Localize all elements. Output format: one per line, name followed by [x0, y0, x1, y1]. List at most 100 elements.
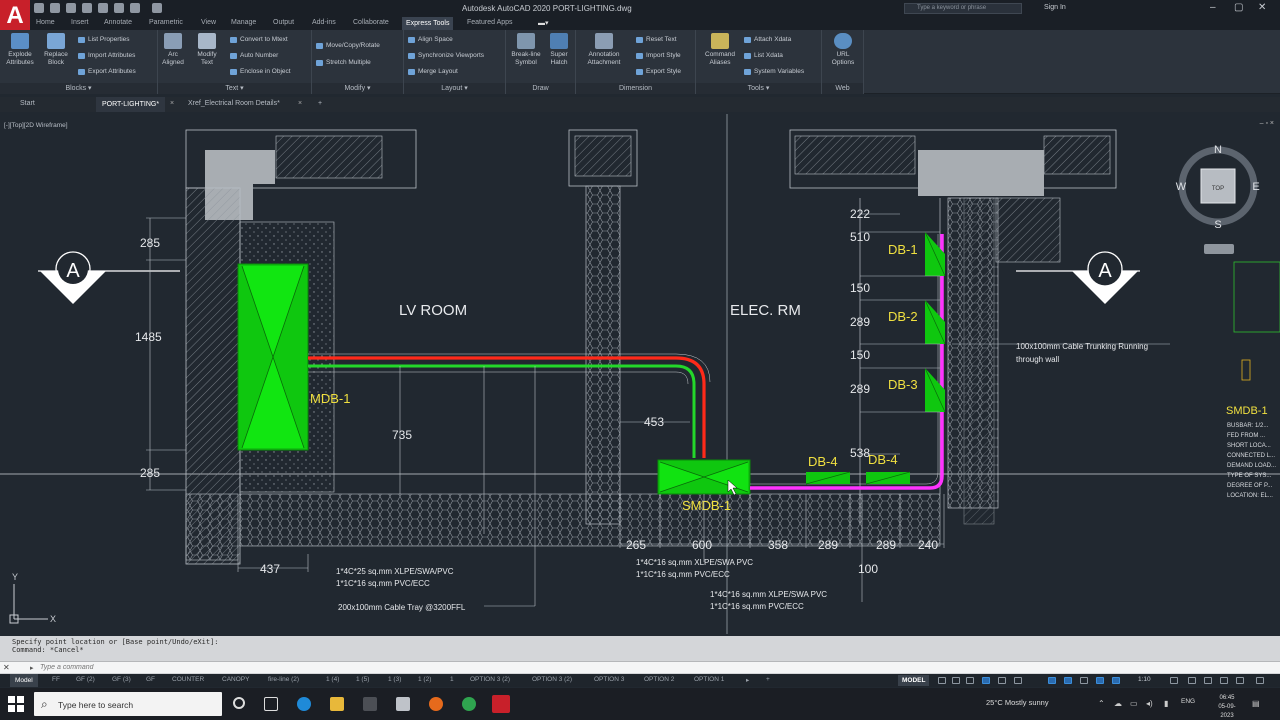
layout-tab[interactable]: 1 [450, 676, 454, 683]
ribbon-tab-annotate[interactable]: Annotate [104, 19, 132, 26]
panel-modify-title[interactable]: Modify ▾ [312, 83, 403, 94]
layout-tab[interactable]: GF (2) [76, 676, 95, 683]
merge-layout-button[interactable]: Merge Layout [408, 68, 458, 75]
stretch-multiple-button[interactable]: Stretch Multiple [316, 59, 371, 66]
panel-layout-title[interactable]: Layout ▾ [404, 83, 505, 94]
db-4b-panel[interactable] [865, 471, 911, 485]
viewcube[interactable]: TOP N S E W [1176, 144, 1260, 254]
ribbon-tab-insert[interactable]: Insert [71, 19, 89, 26]
ribbon-tab-collaborate[interactable]: Collaborate [353, 19, 389, 26]
minimize-button[interactable]: – [1210, 2, 1216, 13]
application-menu-button[interactable]: A [0, 0, 30, 34]
ribbon-tab-manage[interactable]: Manage [231, 19, 256, 26]
volume-icon[interactable]: ◂) [1146, 699, 1153, 708]
save-as-icon[interactable] [82, 3, 92, 13]
redo-icon[interactable] [152, 3, 162, 13]
ribbon-tab-express-tools[interactable]: Express Tools [402, 17, 454, 30]
viewcube-top-face[interactable]: TOP [1212, 186, 1224, 192]
ribbon-tab-featured-apps[interactable]: Featured Apps [467, 19, 513, 26]
attach-xdata-button[interactable]: Attach Xdata [744, 36, 791, 43]
cad-drawing[interactable]: A A MDB-1 SMDB-1 DB-1 DB-2 DB-3 DB-4 DB-… [0, 114, 1280, 634]
tray-overflow-icon[interactable]: ⌃ [1098, 699, 1105, 708]
ribbon-tab-parametric[interactable]: Parametric [149, 19, 183, 26]
layout-tab[interactable]: 1 (3) [388, 676, 401, 683]
new-icon[interactable] [34, 3, 44, 13]
ribbon-more-icon[interactable]: ▬▾ [538, 19, 549, 27]
maximize-button[interactable]: ▢ [1234, 2, 1243, 13]
cloud-icon[interactable]: ☁ [1114, 699, 1122, 708]
clean-screen-icon[interactable] [1236, 677, 1244, 684]
doc-tab-start[interactable]: Start [20, 100, 35, 107]
layout-tab[interactable]: FF [52, 676, 60, 683]
compass-north[interactable]: N [1214, 144, 1222, 156]
enclose-in-object-button[interactable]: Enclose in Object [230, 68, 291, 75]
url-options-button[interactable]: URL Options [826, 33, 860, 67]
polar-icon[interactable] [998, 677, 1006, 684]
windows-start-icon[interactable] [8, 696, 24, 712]
layout-tab[interactable]: fire-line (2) [268, 676, 299, 683]
synchronize-viewports-button[interactable]: Synchronize Viewports [408, 52, 484, 59]
layout-tab-model[interactable]: Model [10, 674, 38, 687]
plot-icon[interactable] [114, 3, 124, 13]
mail-icon[interactable] [396, 697, 410, 711]
layout-tab[interactable]: OPTION 1 [694, 676, 724, 683]
layout-tab[interactable]: CANOPY [222, 676, 249, 683]
object-snap-icon[interactable] [1064, 677, 1072, 684]
ortho-icon[interactable] [982, 677, 990, 684]
workspace-gear-icon[interactable] [1170, 677, 1178, 684]
new-layout-button[interactable]: + [766, 676, 770, 683]
explode-attributes-button[interactable]: Explode Attributes [4, 33, 36, 67]
layout-tab[interactable]: OPTION 2 [644, 676, 674, 683]
quick-properties-icon[interactable] [1220, 677, 1228, 684]
infer-constraints-icon[interactable] [966, 677, 974, 684]
panel-tools-title[interactable]: Tools ▾ [696, 83, 821, 94]
units-icon[interactable] [1204, 677, 1212, 684]
doc-tab-xref-electrical[interactable]: Xref_Electrical Room Details* [188, 100, 280, 107]
replace-block-button[interactable]: Replace Block [40, 33, 72, 67]
input-language[interactable]: ENG [1181, 698, 1195, 705]
compass-south[interactable]: S [1214, 219, 1221, 231]
export-style-button[interactable]: Export Style [636, 68, 681, 75]
convert-to-mtext-button[interactable]: Convert to Mtext [230, 36, 288, 43]
close-command-line-icon[interactable]: ✕ [3, 663, 10, 672]
arc-aligned-button[interactable]: Arc Aligned [158, 33, 188, 67]
align-space-button[interactable]: Align Space [408, 36, 453, 43]
layout-tab[interactable]: GF (3) [112, 676, 131, 683]
auto-number-button[interactable]: Auto Number [230, 52, 278, 59]
ribbon-tab-home[interactable]: Home [36, 19, 55, 26]
db-4a-panel[interactable] [805, 471, 851, 485]
isodraft-icon[interactable] [1014, 677, 1022, 684]
smdb-1-panel[interactable] [657, 459, 751, 495]
autocad-taskbar-icon[interactable] [492, 695, 510, 713]
export-attributes-button[interactable]: Export Attributes [78, 68, 136, 75]
save-icon[interactable] [66, 3, 76, 13]
import-style-button[interactable]: Import Style [636, 52, 681, 59]
move-copy-rotate-button[interactable]: Move/Copy/Rotate [316, 42, 380, 49]
panel-text-title[interactable]: Text ▾ [158, 83, 311, 94]
list-xdata-button[interactable]: List Xdata [744, 52, 783, 59]
close-tab-icon[interactable]: × [170, 100, 174, 107]
reset-text-button[interactable]: Reset Text [636, 36, 677, 43]
chrome-icon[interactable] [462, 697, 476, 711]
cortana-icon[interactable] [233, 697, 245, 709]
undo-icon[interactable] [130, 3, 140, 13]
help-search-input[interactable]: Type a keyword or phrase [904, 3, 1022, 14]
sign-in-link[interactable]: Sign In [1044, 4, 1066, 11]
open-icon[interactable] [50, 3, 60, 13]
annotation-scale[interactable]: 1:10 [1138, 676, 1151, 683]
ribbon-tab-output[interactable]: Output [273, 19, 294, 26]
mdb-1-panel[interactable] [237, 263, 309, 451]
annotation-visibility-icon[interactable] [1096, 677, 1104, 684]
doc-tab-port-lighting[interactable]: PORT-LIGHTING* [96, 97, 166, 112]
import-attributes-button[interactable]: Import Attributes [78, 52, 135, 59]
break-line-symbol-button[interactable]: Break-line Symbol [508, 33, 544, 67]
modify-text-button[interactable]: Modify Text [192, 33, 222, 67]
layout-tab[interactable]: 1 (2) [418, 676, 431, 683]
wcs-menu[interactable] [1204, 244, 1234, 254]
snap-icon[interactable] [952, 677, 960, 684]
layout-tab[interactable]: OPTION 3 (2) [470, 676, 510, 683]
ribbon-tab-addins[interactable]: Add-ins [312, 19, 336, 26]
list-properties-button[interactable]: List Properties [78, 36, 130, 43]
notifications-icon[interactable]: ▤ [1252, 699, 1260, 708]
compass-west[interactable]: W [1176, 181, 1187, 193]
